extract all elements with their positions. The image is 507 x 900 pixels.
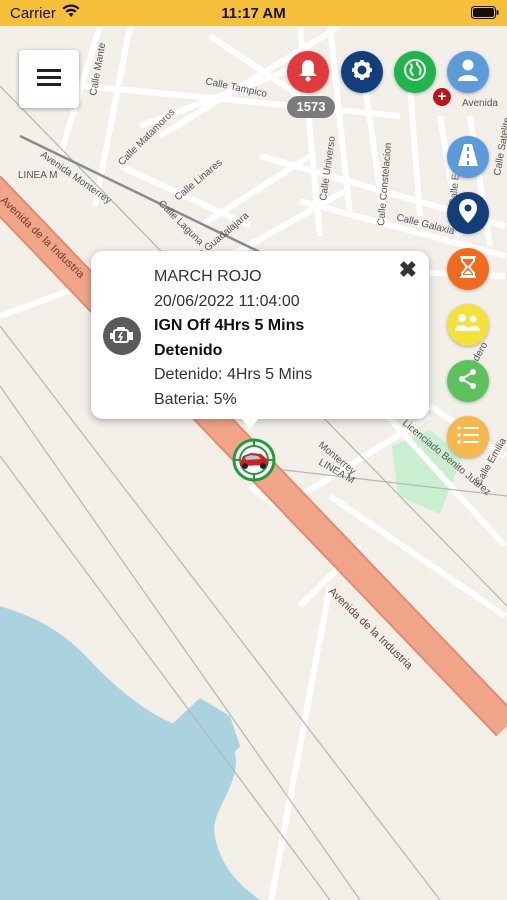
history-button[interactable] [447, 248, 489, 290]
location-button[interactable] [447, 192, 489, 234]
road-icon [457, 143, 479, 172]
users-icon [454, 312, 482, 339]
status-time: 11:17 AM [221, 5, 286, 22]
vehicle-state: Detenido [154, 341, 223, 359]
alerts-bell-button[interactable] [287, 51, 329, 93]
close-icon[interactable]: ✖ [399, 257, 417, 283]
hourglass-icon [459, 255, 477, 284]
battery-icon [471, 6, 499, 23]
menu-button[interactable] [19, 50, 79, 108]
car-icon [232, 438, 276, 482]
street-label: LINEA M [18, 170, 57, 181]
hamburger-menu-icon [37, 68, 61, 91]
contacts-button[interactable] [447, 304, 489, 346]
list-icon [457, 425, 479, 449]
engine-icon [103, 317, 141, 355]
globe-icon [403, 58, 427, 87]
profile-button[interactable] [447, 51, 489, 93]
report-datetime: 20/06/2022 11:04:00 [154, 292, 300, 310]
list-button[interactable] [447, 416, 489, 458]
status-bar: Carrier 11:17 AM [0, 0, 507, 26]
road-button[interactable] [447, 136, 489, 178]
share-icon [457, 368, 479, 395]
vehicle-name: MARCH ROJO [154, 268, 262, 285]
alert-count-badge: 1573 [287, 96, 335, 118]
gear-icon [351, 59, 373, 86]
battery-level: Bateria: 5% [154, 390, 237, 408]
add-badge[interactable]: + [432, 87, 452, 107]
location-pin-icon [458, 198, 478, 229]
vehicle-info-popup: ✖ MARCH ROJO 20/06/2022 11:04:00 IGN Off… [91, 251, 429, 419]
popup-pointer [240, 417, 260, 429]
bell-icon [297, 58, 319, 87]
street-label: Avenida [462, 98, 498, 109]
vehicle-marker[interactable] [231, 437, 277, 483]
stopped-time: Detenido: 4Hrs 5 Mins [154, 366, 313, 383]
user-icon [457, 58, 479, 87]
settings-button[interactable] [341, 51, 383, 93]
share-button[interactable] [447, 360, 489, 402]
ignition-status: IGN Off 4Hrs 5 Mins [154, 317, 305, 334]
globe-button[interactable] [394, 51, 436, 93]
